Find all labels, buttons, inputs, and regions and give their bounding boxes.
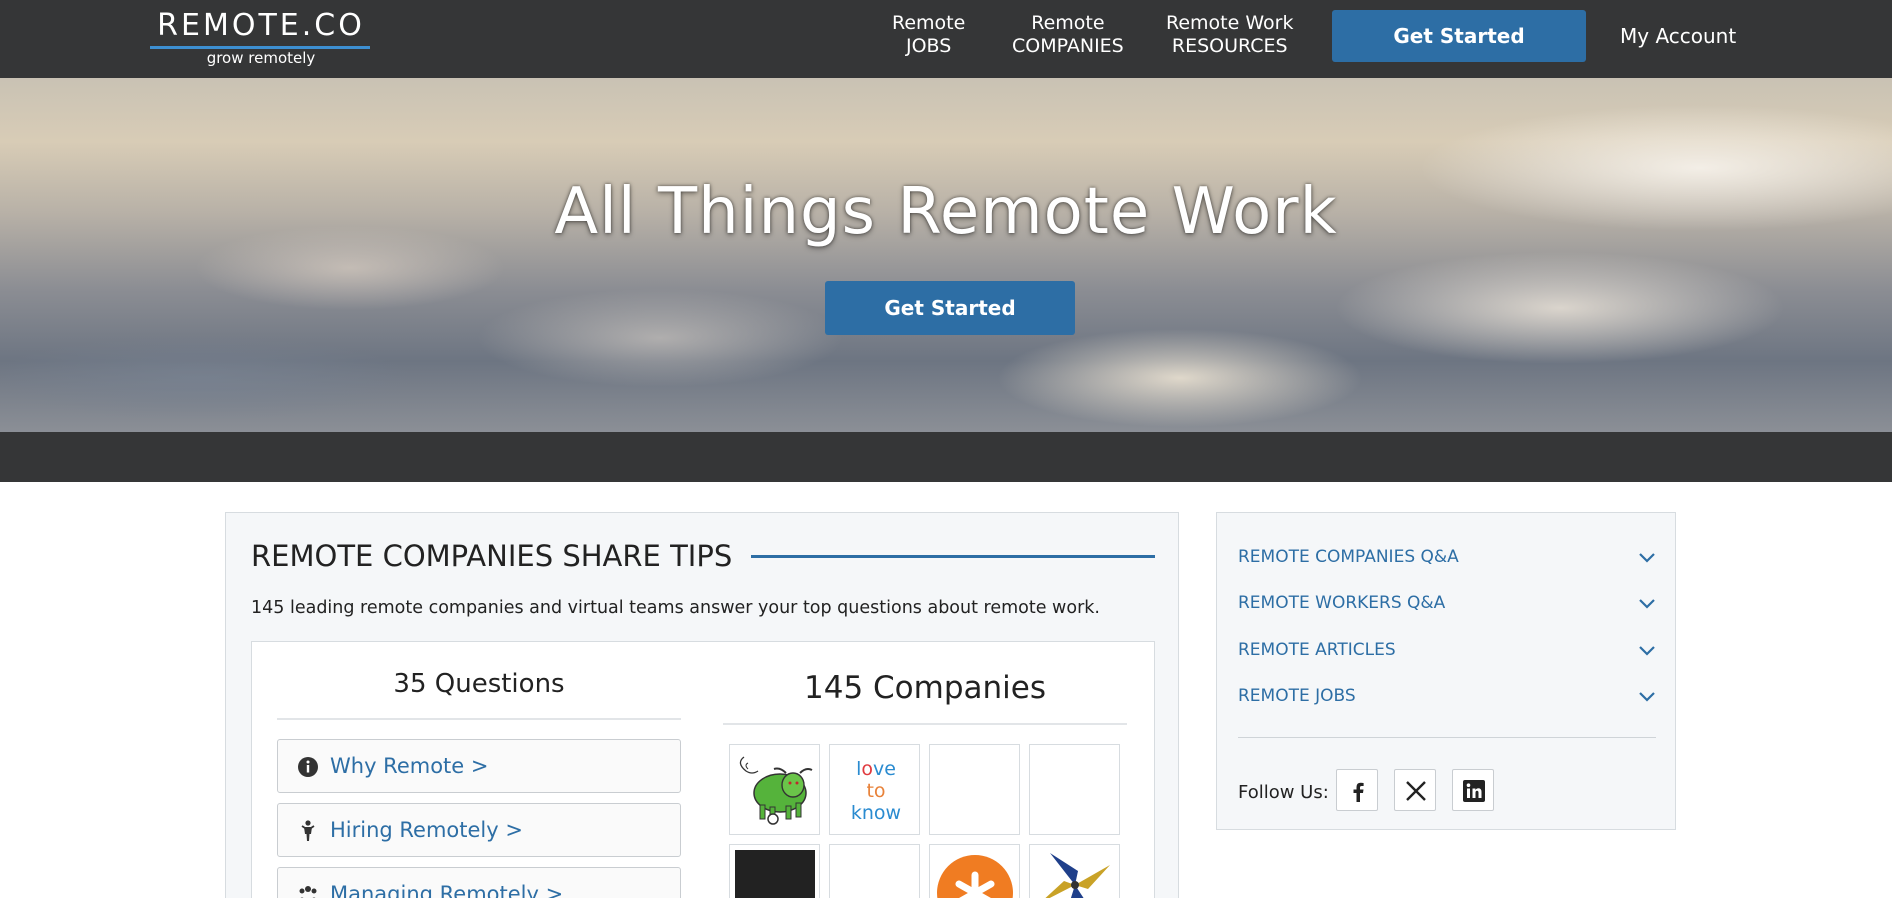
company-logo-lovetoknow[interactable]: love to know — [829, 744, 920, 835]
sidebar-item-label: REMOTE WORKERS Q&A — [1238, 593, 1446, 613]
hero-title: All Things Remote Work — [554, 175, 1338, 249]
nav-get-started-button[interactable]: Get Started — [1332, 10, 1586, 62]
nav-remote-jobs[interactable]: Remote JOBS — [892, 12, 965, 58]
info-icon — [298, 757, 318, 777]
sidebar-divider — [1238, 737, 1656, 738]
section-description: 145 leading remote companies and virtual… — [251, 598, 1100, 618]
nav-remote-jobs-line1: Remote — [892, 12, 966, 34]
company-logo-pinwheel[interactable] — [1029, 844, 1120, 898]
sidebar-item-label: REMOTE JOBS — [1238, 686, 1356, 706]
facebook-button[interactable] — [1336, 769, 1378, 811]
companies-heading: 145 Companies — [804, 670, 1046, 706]
chevron-down-icon — [1639, 599, 1655, 609]
question-label: Why Remote > — [330, 754, 489, 778]
hero-get-started-button[interactable]: Get Started — [825, 281, 1075, 335]
nav-remote-resources[interactable]: Remote Work RESOURCES — [1166, 12, 1293, 58]
pinwheel-logo-icon — [1045, 853, 1110, 898]
follow-us-label: Follow Us: — [1238, 782, 1329, 803]
hero-banner: All Things Remote Work Get Started — [0, 78, 1892, 432]
sidebar-item-label: REMOTE COMPANIES Q&A — [1238, 547, 1459, 567]
nav-remote-resources-line2: RESOURCES — [1171, 35, 1288, 57]
svg-text:love: love — [856, 758, 896, 780]
company-logo-blank-3[interactable] — [829, 844, 920, 898]
chevron-down-icon — [1639, 553, 1655, 563]
company-logo-blank-2[interactable] — [1029, 744, 1120, 835]
nav-remote-companies-line2: COMPANIES — [1012, 35, 1124, 57]
top-nav: REMOTE.CO grow remotely Remote JOBS Remo… — [0, 0, 1892, 78]
person-icon — [301, 820, 315, 841]
companies-tips-card: REMOTE COMPANIES SHARE TIPS 145 leading … — [225, 512, 1179, 898]
sidebar-item-label: REMOTE ARTICLES — [1238, 640, 1396, 660]
site-logo[interactable]: REMOTE.CO grow remotely — [150, 8, 372, 67]
hero-bottom-band — [0, 432, 1892, 482]
linkedin-button[interactable] — [1452, 769, 1494, 811]
svg-text:to: to — [866, 780, 885, 802]
question-label: Hiring Remotely > — [330, 818, 523, 842]
questions-companies-panel: 35 Questions 145 Companies Why Remote > … — [251, 641, 1155, 898]
resources-sidebar: REMOTE COMPANIES Q&A REMOTE WORKERS Q&A … — [1216, 512, 1676, 830]
company-logo-bull[interactable] — [729, 744, 820, 835]
company-logo-orange-asterisk[interactable] — [929, 844, 1020, 898]
x-button[interactable] — [1394, 769, 1436, 811]
questions-heading: 35 Questions — [393, 669, 565, 699]
questions-divider — [277, 718, 681, 720]
logo-wordmark: REMOTE.CO — [157, 8, 365, 43]
question-label: Managing Remotely > — [330, 882, 564, 898]
section-title-rule — [751, 555, 1155, 558]
sidebar-item-workers-qa[interactable]: REMOTE WORKERS Q&A — [1238, 588, 1656, 618]
company-logo-blank-1[interactable] — [929, 744, 1020, 835]
question-hiring-remotely-button[interactable]: Hiring Remotely > — [277, 803, 681, 857]
companies-divider — [723, 723, 1127, 725]
section-title: REMOTE COMPANIES SHARE TIPS — [251, 539, 733, 573]
sidebar-item-jobs[interactable]: REMOTE JOBS — [1238, 681, 1656, 711]
facebook-icon — [1353, 782, 1364, 802]
nav-remote-resources-line1: Remote Work — [1166, 12, 1294, 34]
chevron-down-icon — [1639, 692, 1655, 702]
my-account-link[interactable]: My Account — [1620, 24, 1736, 48]
question-managing-remotely-button[interactable]: Managing Remotely > — [277, 867, 681, 898]
logo-tagline: grow remotely — [206, 49, 316, 67]
black-logo-block — [735, 850, 815, 898]
company-logo-black[interactable] — [729, 844, 820, 898]
bull-logo-icon — [739, 756, 813, 825]
linkedin-icon — [1463, 780, 1485, 802]
question-why-remote-button[interactable]: Why Remote > — [277, 739, 681, 793]
nav-remote-companies[interactable]: Remote COMPANIES — [1012, 12, 1124, 58]
svg-text:know: know — [851, 802, 901, 824]
sidebar-item-companies-qa[interactable]: REMOTE COMPANIES Q&A — [1238, 542, 1656, 572]
group-icon — [299, 886, 317, 898]
orange-asterisk-logo-icon — [937, 855, 1013, 898]
x-icon — [1406, 781, 1426, 801]
nav-remote-companies-line1: Remote — [1031, 12, 1105, 34]
nav-remote-jobs-line2: JOBS — [905, 35, 952, 57]
sidebar-item-articles[interactable]: REMOTE ARTICLES — [1238, 635, 1656, 665]
lovetoknow-logo-icon: love to know — [851, 758, 901, 824]
chevron-down-icon — [1639, 646, 1655, 656]
